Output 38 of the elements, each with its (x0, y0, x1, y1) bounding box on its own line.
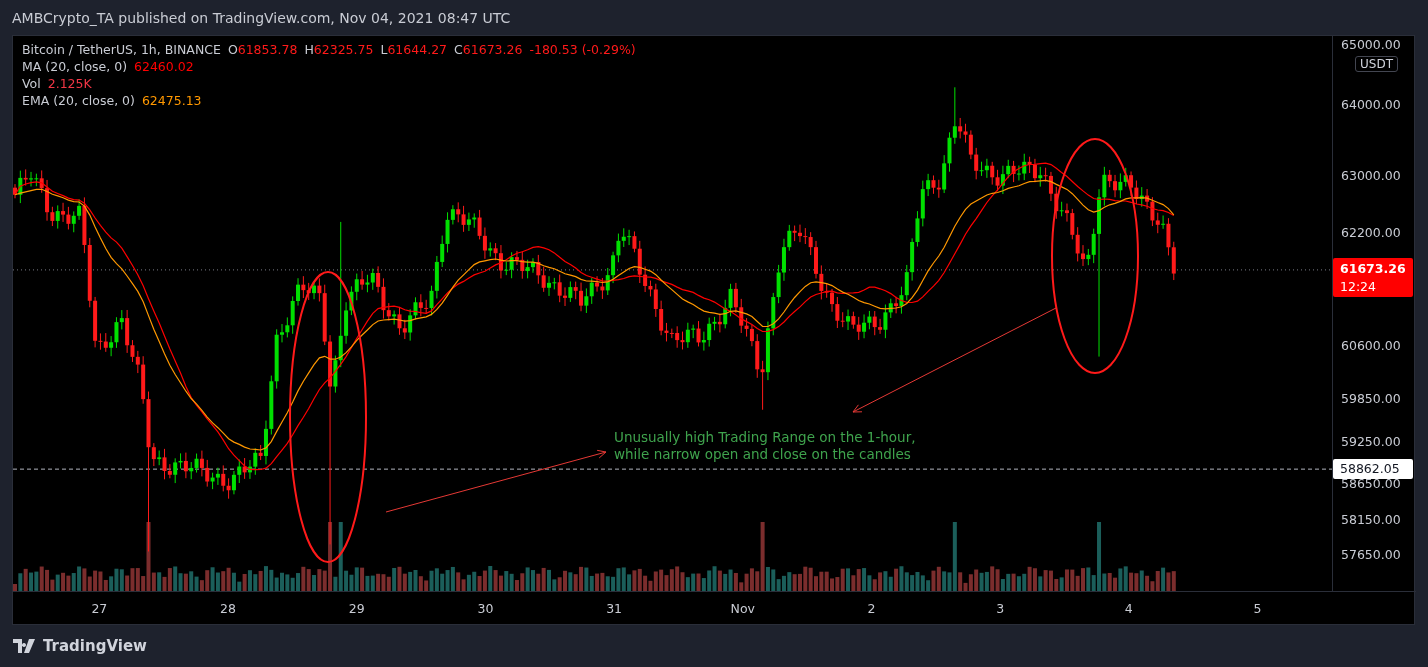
price-tick: 58150.00 (1341, 510, 1401, 529)
date-label: 28 (219, 600, 237, 616)
date-label: Nov (729, 600, 756, 616)
ohlc-value: L61644.27 (380, 42, 448, 57)
annotation-text: Unusually high Trading Range on the 1-hour, while narrow open and close on the candles (614, 429, 916, 463)
price-tick: 65000.00 (1341, 36, 1401, 54)
date-label: 5 (1252, 600, 1263, 616)
publisher-line: AMBCrypto_TA published on TradingView.com, Nov 04, 2021 08:47 UTC (12, 9, 511, 26)
marked-price-label: 58862.05 (1333, 459, 1413, 480)
logo-icon (13, 639, 37, 653)
price-tick: 63000.00 (1341, 166, 1401, 185)
indicator-value: 2.125K (47, 76, 92, 91)
price-tick: 62200.00 (1341, 223, 1401, 242)
symbol-title: Bitcoin / TetherUS, 1h, BINANCE (22, 42, 221, 57)
price-tick: 59250.00 (1341, 432, 1401, 451)
ohlc-value: O61853.78 (227, 42, 298, 57)
date-label: 31 (605, 600, 624, 616)
price-tick: 57650.00 (1341, 546, 1401, 564)
indicator-name: MA (20, close, 0) (22, 59, 127, 74)
last-price-label: 61673.26 12:24 (1333, 257, 1413, 297)
brand-name: TradingView (43, 637, 147, 655)
ohlc-value: H62325.75 (304, 42, 374, 57)
date-label: 27 (90, 600, 109, 616)
price-tick: 64000.00 (1341, 96, 1401, 114)
indicator-name: EMA (20, close, 0) (22, 93, 135, 108)
date-label: 29 (347, 600, 366, 616)
currency-label: USDT (1355, 56, 1398, 72)
price-change: -180.53 (-0.29%) (529, 42, 636, 57)
indicator-name: Vol (22, 76, 41, 91)
date-label: 3 (995, 600, 1006, 616)
date-label: 4 (1123, 600, 1134, 616)
ohlc-value: C61673.26 (454, 42, 523, 57)
date-label: 2 (866, 600, 877, 616)
indicator-value: 62475.13 (141, 93, 202, 108)
date-label: 30 (476, 600, 495, 616)
price-tick: 59850.00 (1341, 390, 1401, 409)
price-tick: 60600.00 (1341, 336, 1401, 355)
indicator-value: 62460.02 (134, 59, 194, 74)
